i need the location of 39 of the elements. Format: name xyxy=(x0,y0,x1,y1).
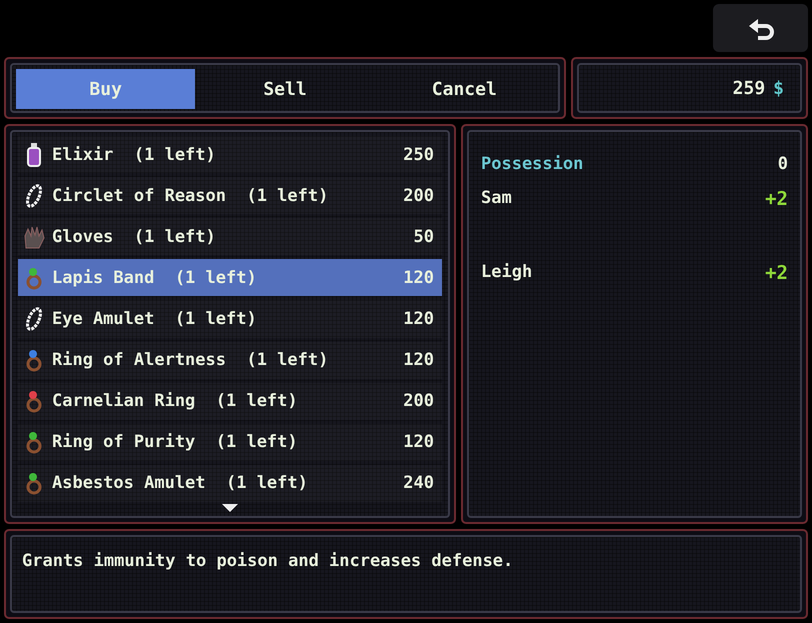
shop-item[interactable]: Ring of Purity (1 left) 120 xyxy=(18,424,442,461)
shop-item[interactable]: Carnelian Ring (1 left) 200 xyxy=(18,382,442,420)
item-price: 50 xyxy=(414,226,434,247)
item-name: Elixir (1 left) xyxy=(52,144,217,165)
tab[interactable]: Cancel xyxy=(374,69,554,109)
item-price: 120 xyxy=(403,268,434,288)
stat-value: +2 xyxy=(765,262,788,284)
item-price: 250 xyxy=(403,144,434,165)
stat-label: Sam xyxy=(481,188,512,208)
tab[interactable]: Sell xyxy=(195,69,375,109)
back-button[interactable] xyxy=(713,4,808,52)
stat-label: Leigh xyxy=(481,262,532,282)
item-price: 240 xyxy=(403,473,434,494)
item-price: 120 xyxy=(403,350,434,370)
stat-value: +2 xyxy=(765,188,788,210)
item-name: Ring of Purity (1 left) xyxy=(52,432,299,452)
money-amount: 259 xyxy=(732,78,766,98)
item-price: 120 xyxy=(403,432,434,452)
item-price: 200 xyxy=(403,186,434,206)
shop-item[interactable]: Elixir (1 left) 250 xyxy=(18,136,442,174)
item-name: Circlet of Reason (1 left) xyxy=(52,186,330,206)
shop-item[interactable]: Circlet of Reason (1 left) 200 xyxy=(18,177,442,214)
shop-item[interactable]: Gloves (1 left) 50 xyxy=(18,218,442,256)
stat-value: 0 xyxy=(778,154,788,174)
item-price: 120 xyxy=(403,308,434,329)
item-name: Gloves (1 left) xyxy=(52,226,217,247)
shop-item[interactable]: Eye Amulet (1 left) 120 xyxy=(18,300,442,338)
item-description: Grants immunity to poison and increases defense. xyxy=(21,550,514,573)
item-name: Eye Amulet (1 left) xyxy=(52,308,258,329)
item-name: Carnelian Ring (1 left) xyxy=(52,391,299,412)
item-price: 200 xyxy=(403,391,434,412)
currency-symbol: $ xyxy=(773,78,784,98)
shop-item[interactable]: Lapis Band (1 left) 120 xyxy=(18,259,442,296)
shop-item[interactable]: Ring of Alertness (1 left) 120 xyxy=(18,342,442,379)
shop-item[interactable]: Asbestos Amulet (1 left) 240 xyxy=(18,464,442,502)
item-name: Lapis Band (1 left) xyxy=(52,268,258,288)
item-name: Asbestos Amulet (1 left) xyxy=(52,473,309,494)
stat-label: Possession xyxy=(481,154,584,174)
item-name: Ring of Alertness (1 left) xyxy=(52,350,330,370)
